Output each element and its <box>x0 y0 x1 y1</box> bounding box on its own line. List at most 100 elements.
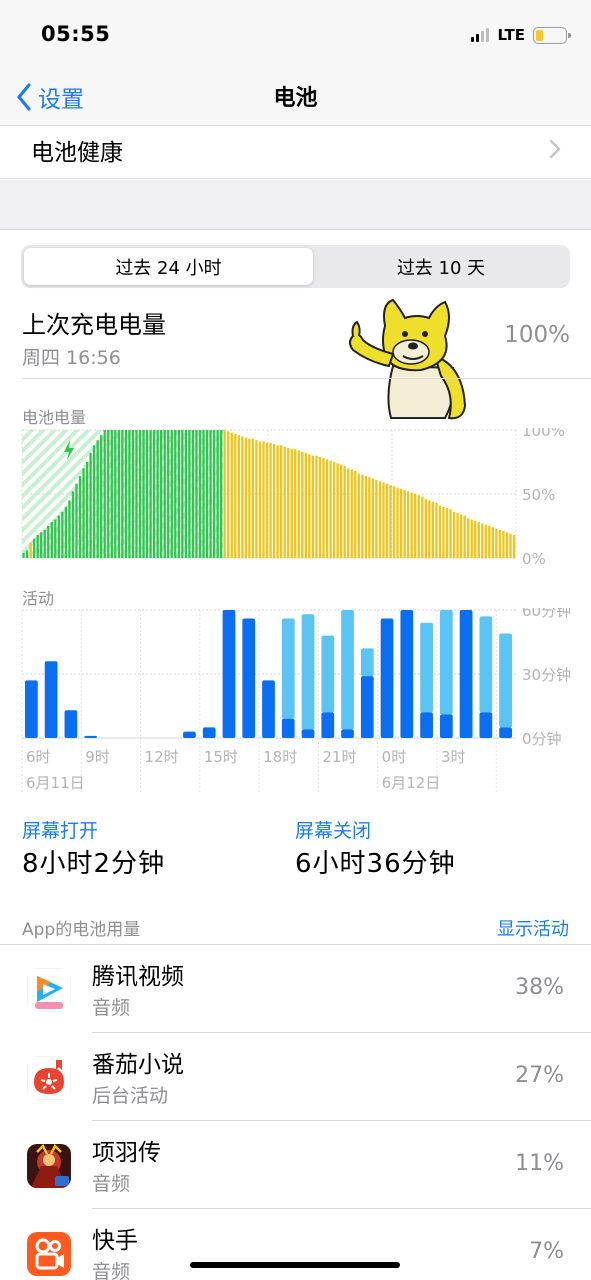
app-name: 番茄小说 <box>92 1052 184 1078</box>
battery-bar <box>407 491 410 558</box>
x-tick-label: 12时 <box>145 748 179 766</box>
battery-bar <box>61 511 64 558</box>
battery-bar <box>54 519 57 558</box>
battery-bar <box>283 446 286 558</box>
battery-bar <box>371 478 375 558</box>
battery-bar <box>347 468 350 558</box>
app-usage-type: 后台活动 <box>92 1085 169 1107</box>
battery-bar <box>488 526 491 558</box>
battery-icon <box>533 26 571 44</box>
battery-bar <box>502 531 505 558</box>
battery-bar <box>40 532 43 558</box>
screen-on-bar <box>341 729 354 738</box>
battery-health-row[interactable]: 电池健康 <box>0 127 591 179</box>
battery-bar <box>375 479 378 558</box>
screen-on-bar <box>242 618 256 738</box>
battery-bar <box>135 430 138 558</box>
app-row-tomato-novel[interactable]: 番茄小说 后台活动 27% <box>0 1033 591 1121</box>
battery-bar <box>297 450 300 558</box>
battery-bar <box>276 445 279 558</box>
battery-bar <box>445 508 449 558</box>
screen-off-bar <box>341 610 354 730</box>
battery-bar <box>142 430 145 558</box>
app-row-xiangyu[interactable]: 项羽传 音频 11% <box>0 1121 591 1209</box>
battery-bar <box>138 430 142 558</box>
battery-bar <box>85 462 89 558</box>
battery-bar <box>82 468 85 558</box>
battery-bar <box>89 453 92 558</box>
battery-bar <box>209 430 212 558</box>
status-bar: 05:55 LTE <box>0 0 591 66</box>
battery-bar <box>265 442 269 558</box>
battery-bar <box>495 528 498 558</box>
chevron-right-icon <box>549 139 561 159</box>
battery-bar <box>198 430 202 558</box>
last-charge-percent: 100% <box>504 322 570 348</box>
screen-off-bar <box>420 622 433 713</box>
screen-on-bar <box>64 710 78 738</box>
battery-bar <box>205 430 209 558</box>
date-label: 6月12日 <box>382 774 441 792</box>
battery-health-label: 电池健康 <box>31 140 123 166</box>
battery-bar <box>325 459 329 558</box>
app-row-kuaishou[interactable]: 快手 音频 7% <box>0 1209 591 1280</box>
battery-bar <box>100 435 103 558</box>
x-tick-label: 0时 <box>382 748 407 766</box>
screen-off-value: 6小时36分钟 <box>295 849 456 879</box>
app-usage-type: 音频 <box>92 997 131 1019</box>
battery-bar <box>92 445 96 558</box>
y-tick-label: 100% <box>522 428 565 440</box>
battery-bar <box>71 491 75 558</box>
screen-off-bar <box>360 648 374 677</box>
battery-bar <box>484 524 487 558</box>
screen-on-bar <box>479 712 493 738</box>
doge-sticker-icon <box>349 298 467 420</box>
battery-bar <box>184 430 188 558</box>
battery-bar <box>354 470 357 558</box>
battery-bar <box>392 486 396 558</box>
screen-off-bar <box>439 610 453 715</box>
battery-bar <box>216 430 219 558</box>
battery-bar <box>456 513 459 558</box>
screen-on-bar <box>281 718 295 738</box>
segment-last-10-days[interactable]: 过去 10 天 <box>315 248 567 285</box>
battery-bar <box>195 430 198 558</box>
status-time: 05:55 <box>41 22 111 46</box>
battery-bar <box>227 431 230 558</box>
page-title: 电池 <box>273 86 318 111</box>
app-name: 项羽传 <box>92 1140 161 1166</box>
battery-bar <box>315 455 318 558</box>
y-tick-label: 30分钟 <box>522 666 571 684</box>
battery-bar <box>167 430 170 558</box>
battery-bar <box>304 453 308 558</box>
battery-bar <box>509 533 512 558</box>
battery-bar <box>114 430 117 558</box>
battery-bar <box>57 515 61 558</box>
battery-bar <box>368 477 371 558</box>
last-charge-title: 上次充电电量 <box>22 311 166 339</box>
battery-bar <box>467 518 470 558</box>
app-usage-header: App的电池用量 <box>22 920 141 940</box>
battery-bar <box>248 438 251 558</box>
battery-bar <box>212 430 216 558</box>
battery-chart-label: 电池电量 <box>22 408 87 427</box>
battery-bar <box>145 430 149 558</box>
x-tick-label: 6时 <box>26 748 51 766</box>
x-tick-label: 3时 <box>441 748 466 766</box>
app-row-tencent-video[interactable]: 腾讯视频 音频 38% <box>0 945 591 1033</box>
show-activity-button[interactable]: 显示活动 <box>497 915 569 941</box>
battery-bar <box>343 465 346 558</box>
screen-on-bar <box>439 714 453 738</box>
battery-bar <box>22 552 25 558</box>
segment-last-24-hours[interactable]: 过去 24 小时 <box>24 248 313 285</box>
navigation-bar: 设置 电池 <box>0 66 591 126</box>
battery-bar <box>64 506 68 558</box>
battery-bar <box>421 496 424 558</box>
y-tick-label: 0% <box>522 550 546 568</box>
battery-bar <box>110 430 113 558</box>
battery-bar <box>389 485 392 558</box>
screen-on-bar <box>459 610 473 738</box>
battery-bar <box>29 542 32 558</box>
battery-bar <box>332 462 336 558</box>
activity-chart: 60分钟 30分钟 0分钟 6时 9时 12时 15时 18时 21时 0时 3时 6月11日 6月12… <box>21 608 571 793</box>
